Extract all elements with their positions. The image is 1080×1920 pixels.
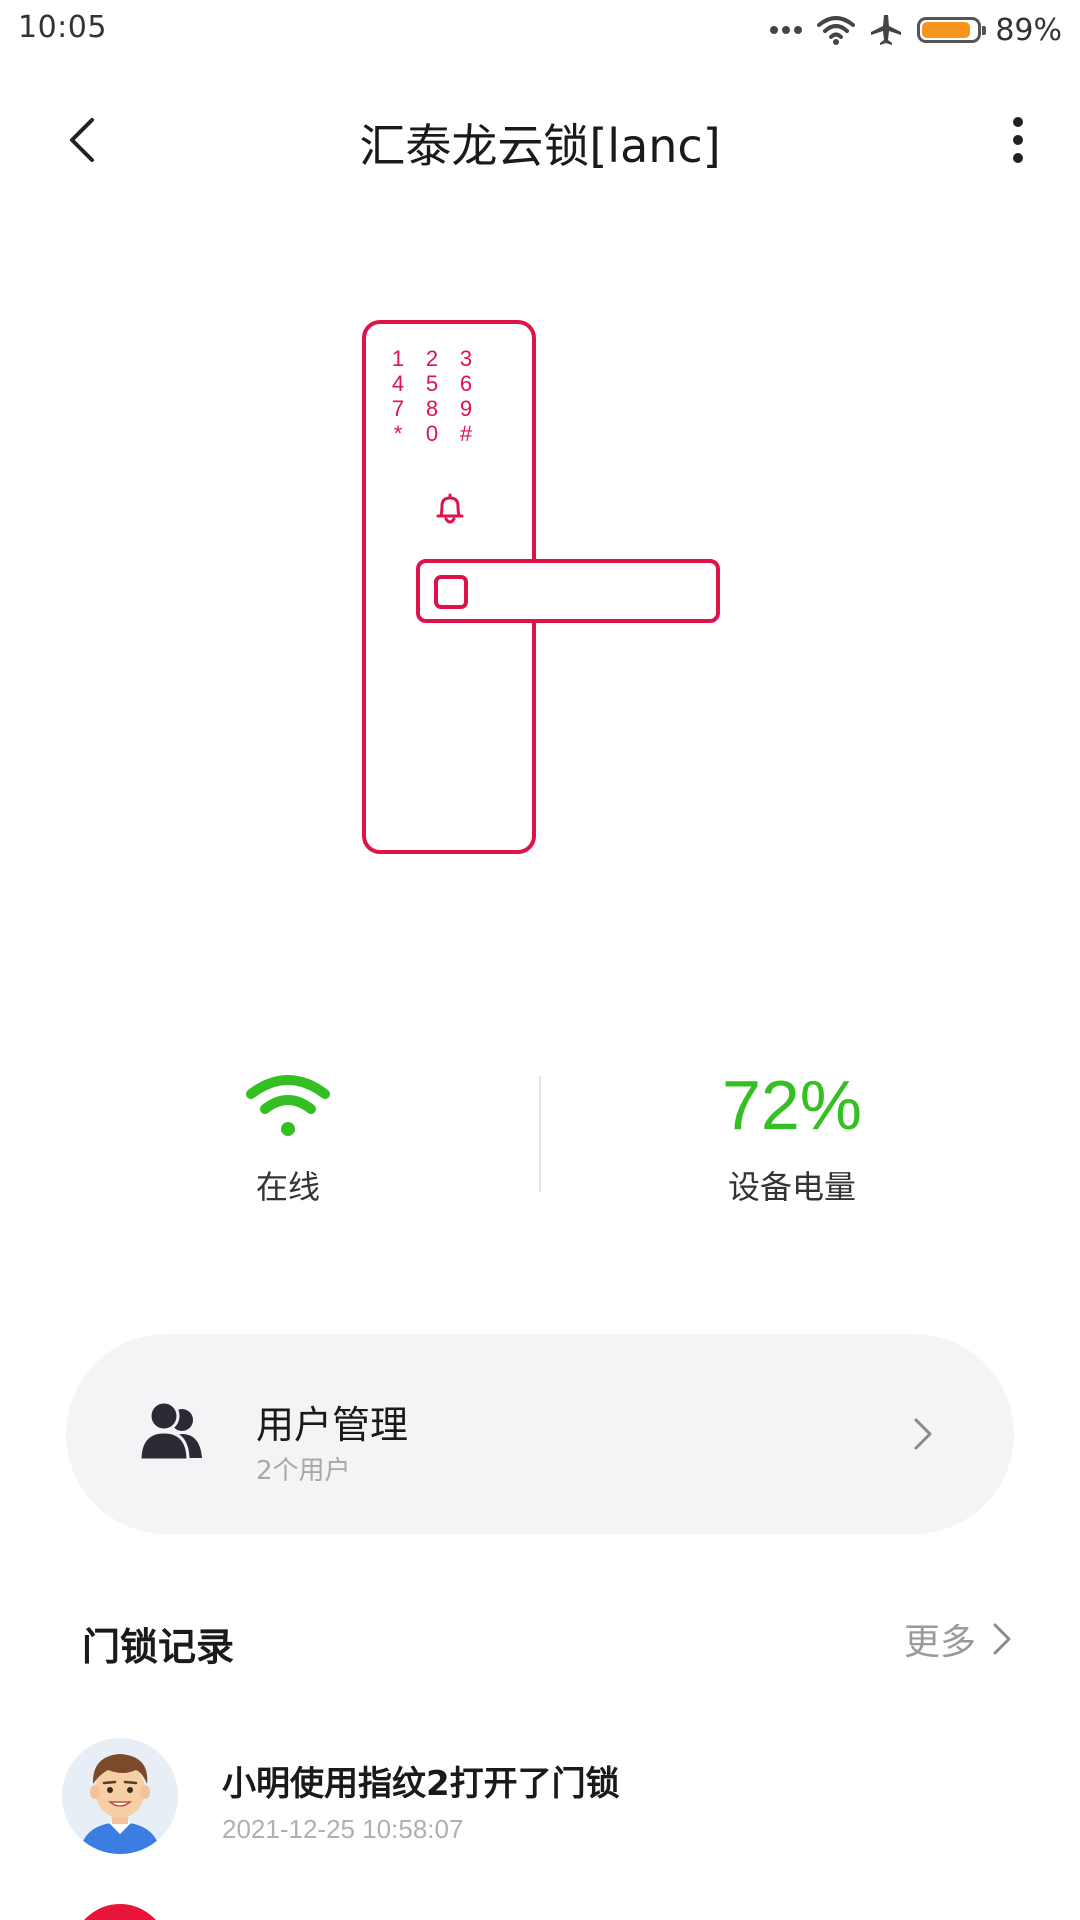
keypad-key: 7 [392,396,404,421]
user-management-title: 用户管理 [256,1403,409,1447]
status-bar: 10:05 89% [0,0,1080,60]
keypad-key: 1 [392,346,404,371]
records-more-link[interactable]: 更多 [904,1614,1014,1664]
user-count: 2个用户 [256,1456,351,1486]
keypad-key: 0 [426,421,438,446]
records-title: 门锁记录 [82,1625,235,1669]
battery-icon [917,17,987,43]
record-item[interactable]: 小明使用指纹2打开了门锁 2021-12-25 10:58:07 [0,1738,1080,1868]
app-header: 汇泰龙云锁[lanc] [0,90,1080,190]
lock-illustration: 1 2 3 4 5 6 7 8 9 * 0 # [360,318,726,858]
battery-percent: 89% [995,12,1062,48]
status-time: 10:05 [18,10,107,45]
online-label: 在线 [255,1168,320,1206]
lock-drawing: 1 2 3 4 5 6 7 8 9 * 0 # [362,320,720,854]
battery-label: 设备电量 [727,1168,856,1206]
battery-status: 72% 设备电量 [672,1060,912,1208]
records-header: 门锁记录 更多 [0,1600,1080,1680]
online-status: 在线 [188,1060,388,1208]
records-more-label: 更多 [903,1622,976,1663]
keypad-key: 5 [426,371,438,396]
bell-icon [436,493,464,524]
record-avatar-partial[interactable] [72,1904,168,1920]
man-avatar-icon [62,1738,178,1854]
lock-handle [416,559,720,623]
screen: 10:05 89% 汇泰龙云锁[lanc] 1 2 3 4 5 6 7 8 9 … [0,0,1080,1920]
record-time: 2021-12-25 10:58:07 [222,1814,464,1844]
keypad-key: # [460,421,473,446]
keypad: 1 2 3 4 5 6 7 8 9 * 0 # [392,346,473,446]
airplane-icon [871,15,902,45]
keypad-key: * [394,421,403,446]
status-icons: 89% [769,8,1062,52]
chevron-right-icon [993,1623,1011,1655]
keypad-key: 6 [460,371,472,396]
keypad-key: 4 [392,371,404,396]
dots-icon [770,26,803,34]
wifi-icon [246,1075,330,1136]
battery-value: 72% [721,1066,863,1144]
wifi-icon [817,16,856,45]
users-icon [138,1400,202,1462]
keypad-key: 2 [426,346,438,371]
battery-level-fill [922,22,971,38]
more-vertical-icon [1013,117,1023,163]
user-management-card[interactable]: 用户管理 2个用户 [66,1334,1014,1534]
keypad-key: 8 [426,396,438,421]
device-status-row: 在线 72% 设备电量 [0,1060,1080,1220]
keypad-key: 9 [460,396,472,421]
status-divider [539,1076,541,1192]
chevron-right-icon [914,1418,932,1450]
keypad-key: 3 [460,346,472,371]
more-button[interactable] [986,108,1050,172]
page-title: 汇泰龙云锁[lanc] [359,119,721,173]
record-text: 小明使用指纹2打开了门锁 [222,1764,620,1804]
